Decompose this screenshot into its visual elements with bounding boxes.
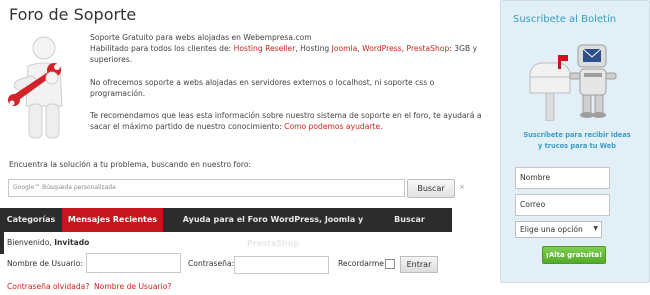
- newsletter-name-field[interactable]: Nombre: [515, 167, 610, 189]
- intro-period: .: [380, 122, 383, 132]
- joomla-link[interactable]: Joomla: [332, 44, 358, 53]
- welcome-bar: [0, 232, 4, 254]
- password-input[interactable]: [234, 256, 329, 274]
- search-placeholder: Google™ Búsqueda personalizada: [13, 184, 116, 191]
- google-brand: Google™: [13, 184, 41, 191]
- welcome-user: Invitado: [54, 238, 90, 247]
- welcome-message: Bienvenido, Invitado: [7, 238, 89, 247]
- mailbox-robot-icon: [529, 44, 617, 121]
- password-label: Contraseña:: [188, 259, 235, 268]
- remember-checkbox[interactable]: [385, 259, 395, 269]
- login-button[interactable]: Entrar: [400, 256, 438, 273]
- search-placeholder-text: Búsqueda personalizada: [42, 184, 116, 191]
- hosting-reseller-link[interactable]: Hosting Reseller: [234, 44, 296, 53]
- forgot-password-link[interactable]: Contraseña olvidada?: [7, 282, 89, 291]
- prestashop-link[interactable]: PrestaShop: [407, 44, 450, 53]
- wordpress-link[interactable]: WordPress: [362, 44, 402, 53]
- select-value: Elige una opción: [520, 225, 583, 234]
- clear-icon[interactable]: ×: [459, 183, 465, 191]
- intro-paragraph-2: No ofrecemos soporte a webs alojadas en …: [90, 77, 435, 98]
- como-podemos-ayudarte-link[interactable]: Como podemos ayudarte: [284, 122, 380, 131]
- tab-mensajes-recientes[interactable]: Mensajes Recientes: [62, 208, 163, 232]
- username-input[interactable]: [86, 253, 181, 273]
- search-lead: Encuentra la solución a tu problema, bus…: [9, 160, 252, 169]
- tab-categorias[interactable]: Categorías: [0, 208, 62, 232]
- intro-line-2-prefix: Habilitado para todos los clientes de:: [90, 44, 234, 54]
- tab-buscar[interactable]: Buscar: [383, 208, 436, 232]
- newsletter-title: Suscríbete al Boletín: [513, 14, 617, 25]
- intro-text: Soporte Gratuito para webs alojadas en W…: [90, 32, 490, 143]
- username-label: Nombre de Usuario:: [7, 259, 83, 268]
- support-figure-icon: [8, 36, 63, 139]
- forum-tabs: Categorías Mensajes Recientes Ayuda para…: [0, 208, 452, 248]
- search-input[interactable]: Google™ Búsqueda personalizada: [8, 179, 405, 197]
- intro-paragraph-3: Te recomendamos que leas esta informació…: [90, 110, 490, 132]
- subscribe-button[interactable]: ¡Alta gratuita!: [542, 246, 606, 264]
- forgot-username-link[interactable]: Nombre de Usuario?: [94, 282, 171, 291]
- newsletter-panel: Suscríbete al Boletín Suscríbete para re…: [500, 0, 650, 283]
- intro-paragraph-1: Soporte Gratuito para webs alojadas en W…: [90, 32, 490, 66]
- search-button[interactable]: Buscar: [407, 179, 455, 198]
- intro-line-1: Soporte Gratuito para webs alojadas en W…: [90, 33, 312, 42]
- newsletter-email-field[interactable]: Correo: [515, 194, 610, 216]
- newsletter-text: Suscríbete para recibir ideas y trucos p…: [523, 131, 631, 150]
- intro-sep: , Hosting: [295, 44, 332, 54]
- welcome-prefix: Bienvenido,: [7, 238, 55, 247]
- page-title: Foro de Soporte: [9, 5, 137, 24]
- chevron-down-icon: ▼: [593, 225, 598, 232]
- newsletter-option-select[interactable]: Elige una opción ▼: [515, 221, 602, 238]
- tab-ayuda-foro[interactable]: Ayuda para el Foro WordPress, Joomla y P…: [163, 208, 383, 248]
- remember-label: Recordarme: [338, 259, 384, 268]
